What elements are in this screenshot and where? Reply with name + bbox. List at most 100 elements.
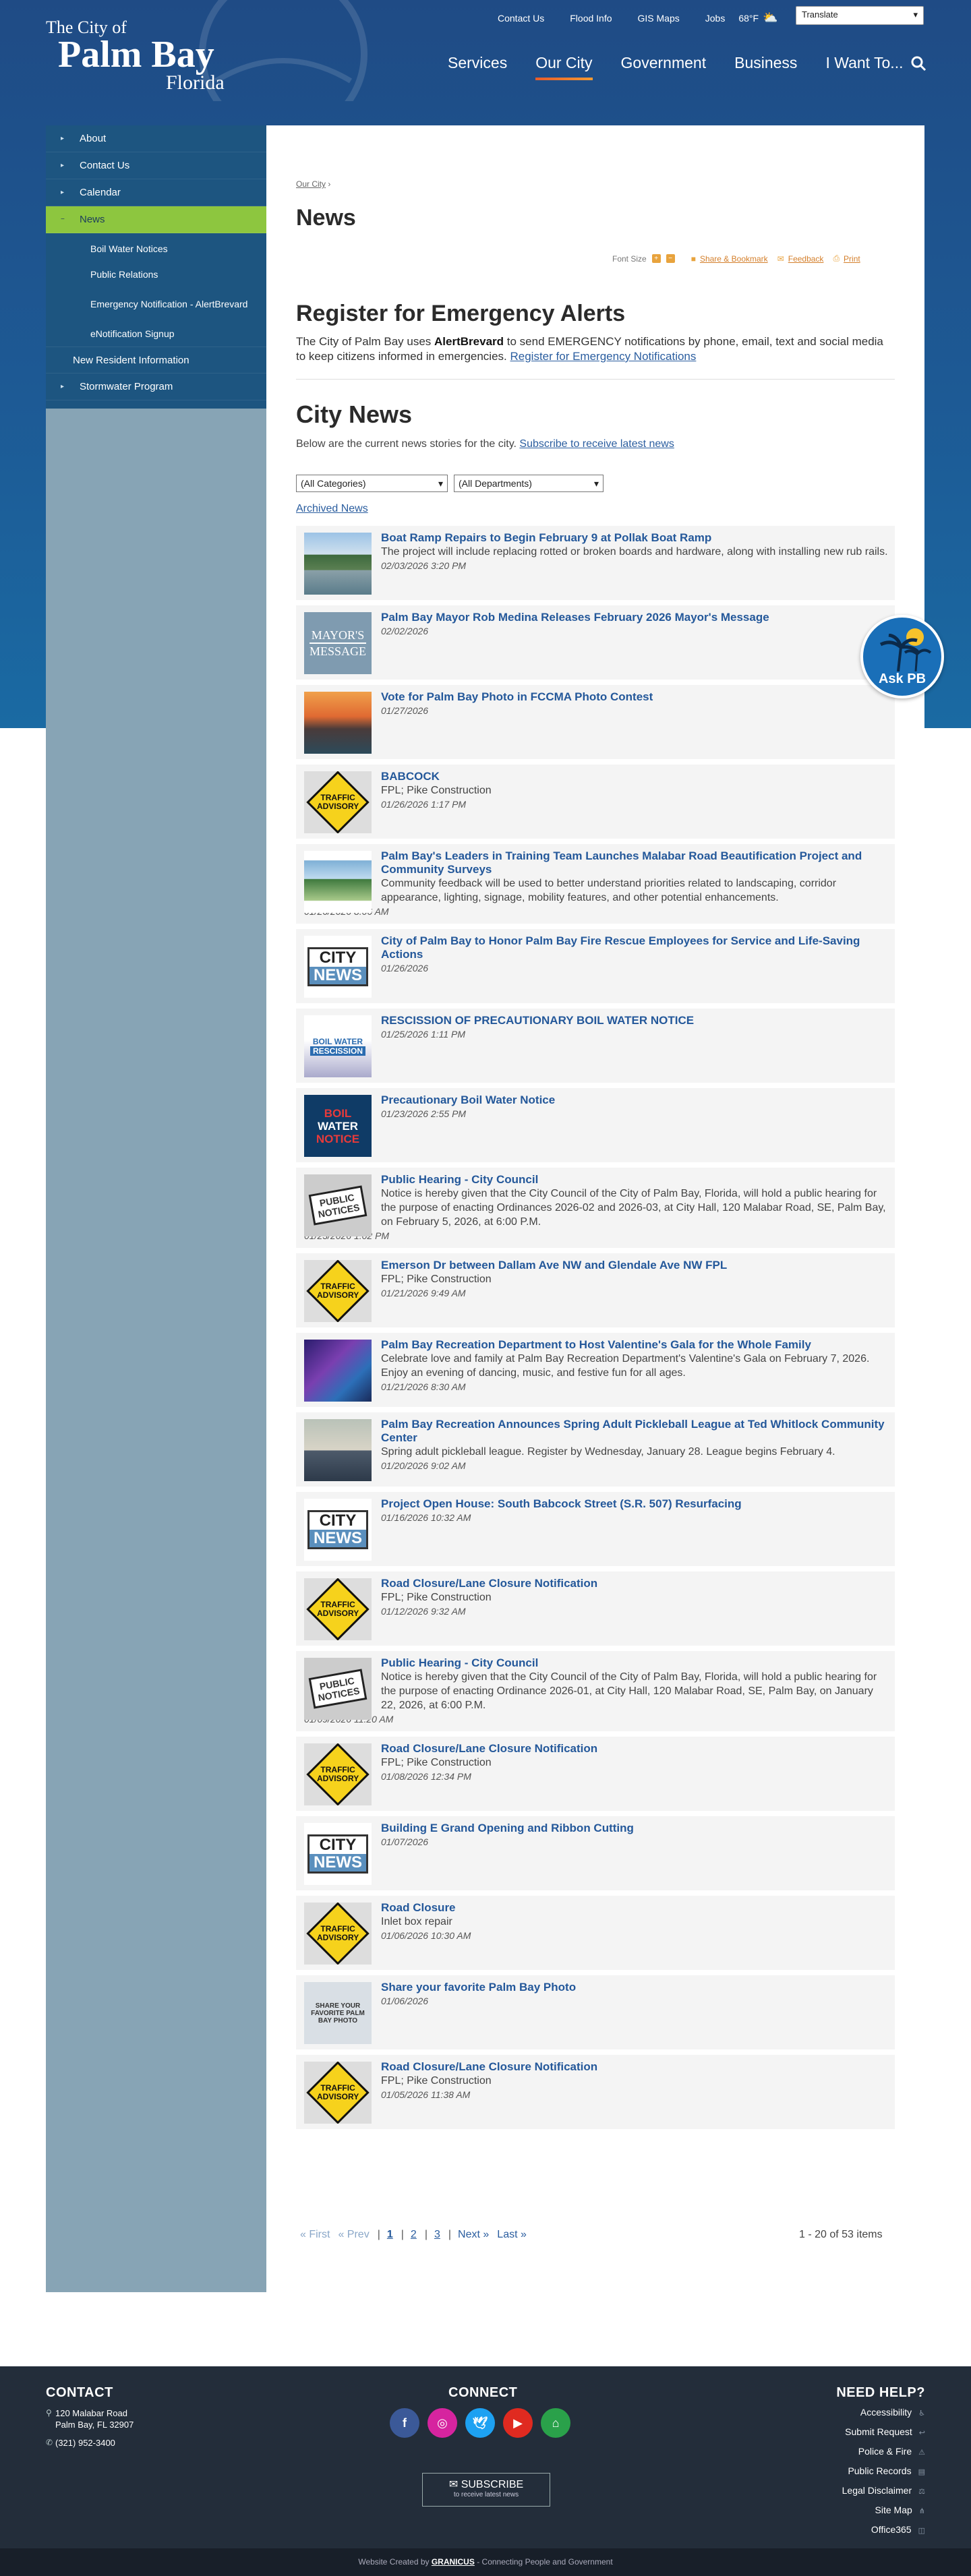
news-title-link[interactable]: Road Closure/Lane Closure Notification [381, 2060, 597, 2073]
nav-i-want-to[interactable]: I Want To... [825, 54, 903, 72]
translate-select[interactable]: Translate ▾ [796, 6, 924, 25]
department-select[interactable]: (All Departments) ▾ [454, 475, 604, 492]
news-thumbnail[interactable]: TRAFFIC ADVISORY [304, 1743, 372, 1805]
archived-news-link[interactable]: Archived News [296, 503, 368, 515]
news-item: CITY NEWS Project Open House: South Babcoc… [296, 1492, 895, 1566]
util-link-contact[interactable]: Contact Us [498, 13, 544, 24]
help-link-site-map[interactable]: Site Map [875, 2505, 912, 2515]
sidebar-item-calendar[interactable]: ▸ Calendar [46, 179, 266, 206]
pager-prev[interactable]: « Prev [338, 2229, 369, 2241]
news-thumbnail[interactable]: BOIL WATER RESCISSION [304, 1015, 372, 1077]
news-title-link[interactable]: Palm Bay Recreation Announces Spring Adu… [381, 1418, 885, 1444]
breadcrumb-link[interactable]: Our City [296, 179, 326, 189]
news-thumbnail[interactable]: TRAFFIC ADVISORY [304, 1260, 372, 1322]
register-alerts-link[interactable]: Register for Emergency Notifications [510, 350, 697, 363]
nextdoor-icon[interactable]: ⌂ [541, 2408, 570, 2438]
sidebar-item-about[interactable]: ▸ About [46, 125, 266, 152]
news-title-link[interactable]: Palm Bay Mayor Rob Medina Releases Febru… [381, 611, 769, 624]
pager-first[interactable]: « First [300, 2229, 330, 2241]
help-link-public-records[interactable]: Public Records [848, 2465, 911, 2476]
font-decrease-button[interactable]: − [666, 254, 675, 263]
phone-link[interactable]: (321) 952-3400 [55, 2437, 115, 2449]
pager-next[interactable]: Next » [458, 2229, 489, 2241]
ask-pb-chat-button[interactable]: Ask PB [860, 615, 944, 698]
news-item: TRAFFIC ADVISORY Emerson Dr between Dalla… [296, 1253, 895, 1327]
subscribe-news-link[interactable]: Subscribe to receive latest news [519, 438, 674, 450]
share-photo-graphic: SHARE YOUR FAVORITE PALM BAY PHOTO [304, 1982, 372, 2044]
city-logo[interactable]: The City of Palm Bay Florida [46, 19, 225, 94]
news-title-link[interactable]: Palm Bay Recreation Department to Host V… [381, 1338, 811, 1351]
sidebar-subitem-boil-water[interactable]: Boil Water Notices [46, 236, 266, 262]
news-title-link[interactable]: Road Closure/Lane Closure Notification [381, 1577, 597, 1590]
font-increase-button[interactable]: + [651, 254, 661, 263]
granicus-link[interactable]: GRANICUS [432, 2557, 475, 2567]
youtube-icon[interactable]: ▶ [503, 2408, 533, 2438]
news-title-link[interactable]: Public Hearing - City Council [381, 1656, 538, 1669]
share-link[interactable]: Share & Bookmark [700, 254, 768, 264]
nav-services[interactable]: Services [448, 54, 507, 72]
news-thumbnail[interactable] [304, 851, 372, 913]
news-title-link[interactable]: City of Palm Bay to Honor Palm Bay Fire … [381, 934, 860, 961]
util-link-gis[interactable]: GIS Maps [638, 13, 680, 24]
print-link[interactable]: Print [844, 254, 860, 264]
category-select[interactable]: (All Categories) ▾ [296, 475, 448, 492]
pager-page-1[interactable]: 1 [387, 2229, 393, 2241]
sidebar-subitem-public-relations[interactable]: Public Relations [46, 262, 266, 287]
facebook-icon[interactable]: f [390, 2408, 419, 2438]
search-icon[interactable] [910, 55, 926, 71]
news-thumbnail[interactable] [304, 533, 372, 595]
news-thumbnail[interactable]: BOIL WATER NOTICE [304, 1095, 372, 1157]
news-title-link[interactable]: Building E Grand Opening and Ribbon Cutt… [381, 1822, 634, 1834]
news-thumbnail[interactable]: PUBLIC NOTICES [304, 1658, 372, 1720]
nav-our-city[interactable]: Our City [535, 54, 593, 80]
news-title-link[interactable]: Emerson Dr between Dallam Ave NW and Gle… [381, 1259, 727, 1271]
news-title-link[interactable]: Share your favorite Palm Bay Photo [381, 1981, 576, 1994]
news-title-link[interactable]: Boat Ramp Repairs to Begin February 9 at… [381, 531, 711, 544]
sidebar-subitem-emergency[interactable]: Emergency Notification - AlertBrevard [46, 287, 266, 321]
sidebar-item-news[interactable]: − News [46, 206, 266, 233]
help-link-legal[interactable]: Legal Disclaimer [842, 2485, 912, 2496]
pager-page-3[interactable]: 3 [434, 2229, 440, 2241]
help-link-police-fire[interactable]: Police & Fire [858, 2446, 912, 2457]
help-link-office365[interactable]: Office365 [871, 2524, 912, 2535]
news-title-link[interactable]: RESCISSION OF PRECAUTIONARY BOIL WATER N… [381, 1014, 694, 1027]
nav-government[interactable]: Government [621, 54, 707, 72]
help-link-accessibility[interactable]: Accessibility [860, 2407, 912, 2418]
sidebar-item-new-resident[interactable]: New Resident Information [46, 347, 266, 373]
util-link-flood[interactable]: Flood Info [570, 13, 612, 24]
news-thumbnail[interactable]: CITY NEWS [304, 936, 372, 998]
feedback-link[interactable]: Feedback [788, 254, 824, 264]
news-thumbnail[interactable]: TRAFFIC ADVISORY [304, 771, 372, 833]
news-thumbnail[interactable]: CITY NEWS [304, 1823, 372, 1885]
news-thumbnail[interactable]: TRAFFIC ADVISORY [304, 1578, 372, 1640]
news-title-link[interactable]: BABCOCK [381, 770, 440, 783]
util-link-jobs[interactable]: Jobs [705, 13, 726, 24]
sidebar-item-contact[interactable]: ▸ Contact Us [46, 152, 266, 179]
twitter-icon[interactable]: 🕊 [465, 2408, 495, 2438]
subscribe-button[interactable]: ✉ SUBSCRIBE to receive latest news [422, 2473, 550, 2507]
nav-business[interactable]: Business [734, 54, 797, 72]
news-thumbnail[interactable]: SHARE YOUR FAVORITE PALM BAY PHOTO [304, 1982, 372, 2044]
news-thumbnail[interactable]: PUBLIC NOTICES [304, 1174, 372, 1236]
news-title-link[interactable]: Public Hearing - City Council [381, 1173, 538, 1186]
news-thumbnail[interactable]: CITY NEWS [304, 1499, 372, 1561]
news-thumbnail[interactable]: MAYOR'S MESSAGE [304, 612, 372, 674]
pager-last[interactable]: Last » [497, 2229, 527, 2241]
sidebar-item-label: Stormwater Program [80, 381, 173, 392]
news-thumbnail[interactable]: TRAFFIC ADVISORY [304, 2062, 372, 2124]
news-title-link[interactable]: Precautionary Boil Water Notice [381, 1094, 555, 1106]
news-thumbnail[interactable]: TRAFFIC ADVISORY [304, 1903, 372, 1965]
sidebar-item-stormwater[interactable]: ▸ Stormwater Program [46, 373, 266, 400]
pager-page-2[interactable]: 2 [411, 2229, 417, 2241]
news-title-link[interactable]: Road Closure/Lane Closure Notification [381, 1742, 597, 1755]
sidebar-subitem-enotification[interactable]: eNotification Signup [46, 321, 266, 347]
news-title-link[interactable]: Project Open House: South Babcock Street… [381, 1497, 742, 1510]
news-thumbnail[interactable] [304, 1340, 372, 1402]
help-link-submit-request[interactable]: Submit Request [845, 2426, 912, 2437]
news-title-link[interactable]: Vote for Palm Bay Photo in FCCMA Photo C… [381, 690, 653, 703]
news-title-link[interactable]: Palm Bay's Leaders in Training Team Laun… [381, 849, 862, 876]
news-thumbnail[interactable] [304, 1419, 372, 1481]
news-title-link[interactable]: Road Closure [381, 1901, 456, 1914]
news-thumbnail[interactable] [304, 692, 372, 754]
instagram-icon[interactable]: ◎ [428, 2408, 457, 2438]
